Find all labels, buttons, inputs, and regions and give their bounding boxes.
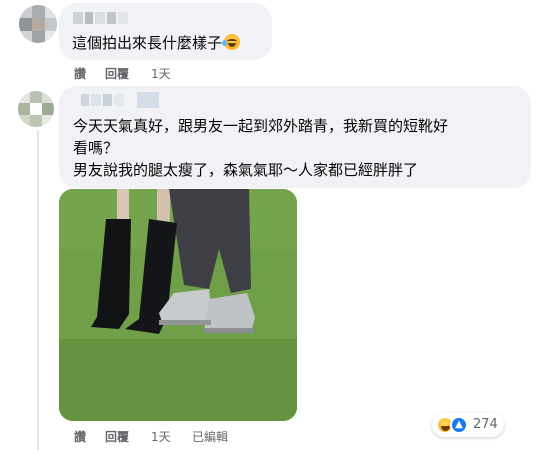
comment-thread: 這個拍出來長什麼樣子 讚 回覆 1天 今天天氣真好，跟男友一起到郊外踏青，我新買…	[0, 0, 551, 450]
comment-bubble: 這個拍出來長什麼樣子	[59, 3, 272, 60]
timestamp[interactable]: 1天	[151, 428, 171, 445]
avatar[interactable]	[18, 91, 54, 127]
attached-photo[interactable]	[59, 189, 297, 421]
commenter-name[interactable]	[81, 92, 161, 108]
laughing-crying-emoji-icon	[222, 34, 241, 50]
like-link[interactable]: 讚	[74, 428, 86, 445]
comment-text: 這個拍出來長什麼樣子	[72, 32, 241, 54]
like-icon: ▲	[450, 416, 468, 434]
comment-actions: 讚 回覆 1天	[74, 65, 194, 81]
comment-text-line: 今天天氣真好，跟男友一起到郊外踏青，我新買的短靴好	[73, 117, 449, 135]
like-link[interactable]: 讚	[74, 65, 86, 82]
commenter-name[interactable]	[73, 12, 129, 24]
reply-link[interactable]: 回覆	[105, 428, 129, 445]
thread-line	[37, 130, 39, 450]
reply-link[interactable]: 回覆	[105, 65, 129, 82]
timestamp[interactable]: 1天	[151, 65, 171, 82]
comment-text-line: 男友說我的腿太瘦了，森氣氣耶～人家都已經胖胖了	[73, 161, 419, 179]
edited-label[interactable]: 已編輯	[192, 428, 228, 445]
avatar[interactable]	[19, 5, 57, 43]
reaction-count: 274	[473, 417, 498, 432]
comment-text-line: 看嗎？	[73, 139, 119, 157]
reaction-summary[interactable]: ▲ 274	[432, 413, 504, 437]
comment-actions: 讚 回覆 1天 已編輯	[74, 428, 274, 444]
photo-content	[59, 189, 297, 421]
comment-bubble: 今天天氣真好，跟男友一起到郊外踏青，我新買的短靴好 看嗎？ 男友說我的腿太瘦了，…	[59, 86, 531, 188]
